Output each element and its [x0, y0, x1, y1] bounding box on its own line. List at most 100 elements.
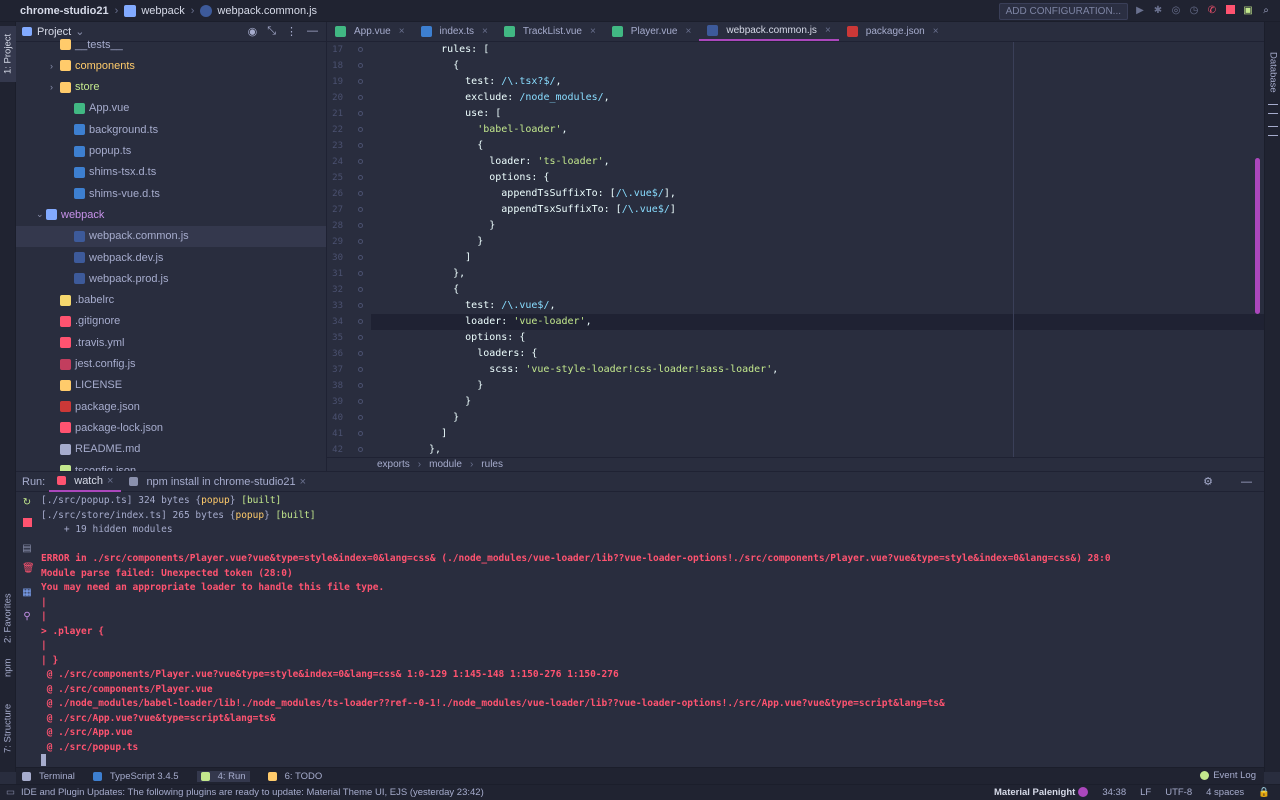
npm-tool-tab[interactable]: npm	[0, 654, 16, 682]
close-icon[interactable]: ×	[482, 26, 488, 37]
tree-item-json[interactable]: tsconfig.json	[16, 460, 326, 471]
tool-window-button[interactable]: 6: TODO	[267, 771, 322, 782]
status-message[interactable]: IDE and Plugin Updates: The following pl…	[21, 787, 484, 798]
fold-marker[interactable]	[358, 95, 363, 100]
tree-item-babel[interactable]: .babelrc	[16, 290, 326, 311]
fold-marker[interactable]	[358, 319, 363, 324]
tool-window-button[interactable]: 4: Run	[196, 770, 250, 782]
fold-marker[interactable]	[358, 143, 363, 148]
window-icon[interactable]: ▭	[6, 787, 15, 798]
cursor-position[interactable]: 34:38	[1102, 787, 1126, 798]
tree-item-js[interactable]: webpack.prod.js	[16, 268, 326, 289]
tree-item-folder[interactable]: › components	[16, 55, 326, 76]
fold-marker[interactable]	[358, 303, 363, 308]
fold-marker[interactable]	[358, 47, 363, 52]
editor-tab[interactable]: App.vue ×	[327, 22, 413, 41]
file-encoding[interactable]: UTF-8	[1165, 787, 1192, 798]
tree-item-license[interactable]: LICENSE	[16, 375, 326, 396]
coverage-icon[interactable]: ◎	[1170, 5, 1182, 17]
pin-icon[interactable]: ⚲	[22, 612, 32, 622]
indent-setting[interactable]: 4 spaces	[1206, 787, 1244, 798]
project-tool-tab[interactable]: 1: Project	[0, 26, 16, 82]
fold-marker[interactable]	[358, 287, 363, 292]
tree-item-ts[interactable]: background.ts	[16, 119, 326, 140]
rerun-icon[interactable]: ↻	[22, 498, 32, 508]
structure-tool-tab[interactable]: 7: Structure	[0, 698, 16, 758]
close-icon[interactable]: ×	[399, 26, 405, 37]
settings-icon[interactable]: ⚙	[1203, 475, 1213, 488]
clear-all-icon[interactable]: 🗑	[22, 564, 35, 574]
tool-window-button[interactable]: Terminal	[22, 771, 75, 782]
fold-marker[interactable]	[358, 255, 363, 260]
editor-tab[interactable]: package.json ×	[839, 22, 947, 41]
tree-item-git[interactable]: .gitignore	[16, 311, 326, 332]
line-separator[interactable]: LF	[1140, 787, 1151, 798]
breadcrumb-item[interactable]: module	[429, 459, 462, 470]
phone-icon[interactable]: ✆	[1206, 5, 1218, 17]
close-icon[interactable]: ×	[107, 475, 113, 487]
fold-marker[interactable]	[358, 271, 363, 276]
tree-item-vue[interactable]: App.vue	[16, 98, 326, 119]
tree-item-js[interactable]: webpack.common.js	[16, 225, 326, 247]
breadcrumb-file[interactable]: webpack.common.js	[217, 5, 317, 17]
restore-layout-icon[interactable]: ▤	[22, 544, 32, 554]
fold-marker[interactable]	[358, 207, 363, 212]
editor-tab[interactable]: Player.vue ×	[604, 22, 700, 41]
debug-icon[interactable]: ✱	[1152, 5, 1164, 17]
tree-item-ts[interactable]: shims-tsx.d.ts	[16, 162, 326, 183]
theme-indicator[interactable]: Material Palenight	[994, 787, 1089, 798]
stop-icon[interactable]	[22, 518, 32, 528]
breadcrumb-item[interactable]: rules	[481, 459, 503, 470]
lock-icon[interactable]: 🔒	[1258, 787, 1270, 798]
close-icon[interactable]: ×	[933, 26, 939, 37]
fold-marker[interactable]	[358, 63, 363, 68]
close-icon[interactable]: ×	[300, 476, 306, 488]
tree-item-npm[interactable]: package.json	[16, 396, 326, 417]
fold-marker[interactable]	[358, 367, 363, 372]
event-log-button[interactable]: Event Log	[1200, 767, 1256, 784]
stop-icon[interactable]	[1224, 5, 1236, 17]
tree-item-yml[interactable]: .travis.yml	[16, 332, 326, 353]
run-tab[interactable]: watch ×	[49, 472, 122, 492]
editor-tab[interactable]: TrackList.vue ×	[496, 22, 604, 41]
tree-item-folder[interactable]: › store	[16, 77, 326, 98]
fold-marker[interactable]	[358, 415, 363, 420]
fold-marker[interactable]	[358, 159, 363, 164]
fold-marker[interactable]	[358, 383, 363, 388]
hide-panel-icon[interactable]: —	[1241, 476, 1252, 488]
fold-marker[interactable]	[358, 79, 363, 84]
console-output[interactable]: [./src/popup.ts] 324 bytes {popup} [buil…	[41, 492, 1251, 768]
fold-marker[interactable]	[358, 335, 363, 340]
gradle-icon[interactable]	[1268, 126, 1278, 136]
close-icon[interactable]: ×	[686, 26, 692, 37]
close-icon[interactable]: ×	[590, 26, 596, 37]
fold-marker[interactable]	[358, 431, 363, 436]
fold-marker[interactable]	[358, 127, 363, 132]
fold-marker[interactable]	[358, 191, 363, 196]
run-icon[interactable]: ▶	[1134, 5, 1146, 17]
database-tool-tab[interactable]: Database	[1265, 42, 1280, 102]
terminal-toolbar-icon[interactable]: ▣	[1242, 5, 1254, 17]
tree-item-folder-open[interactable]: ⌄ webpack	[16, 204, 326, 225]
fold-marker[interactable]	[358, 239, 363, 244]
run-tab[interactable]: npm install in chrome-studio21 ×	[121, 472, 314, 492]
editor-scrollbar[interactable]	[1255, 158, 1260, 314]
breadcrumb-project[interactable]: chrome-studio21	[6, 5, 109, 17]
code-area[interactable]: rules: [ { test: /\.tsx?$/, exclude: /no…	[371, 42, 1264, 457]
layout-icon[interactable]: ▦	[22, 588, 32, 598]
breadcrumb-folder[interactable]: webpack	[141, 5, 184, 17]
close-icon[interactable]: ×	[825, 25, 831, 36]
fold-marker[interactable]	[358, 175, 363, 180]
tool-window-button[interactable]: TypeScript 3.4.5	[92, 771, 179, 782]
tree-item-folder[interactable]: __tests__	[16, 34, 326, 55]
tree-item-jest[interactable]: jest.config.js	[16, 354, 326, 375]
fold-marker[interactable]	[358, 351, 363, 356]
add-configuration-button[interactable]: ADD CONFIGURATION...	[998, 2, 1128, 20]
profiler-icon[interactable]: ◷	[1188, 5, 1200, 17]
editor-tab[interactable]: webpack.common.js ×	[699, 22, 839, 41]
structure-icon[interactable]	[1268, 104, 1278, 114]
search-everywhere-icon[interactable]: ⌕	[1260, 5, 1272, 17]
tree-item-js[interactable]: webpack.dev.js	[16, 247, 326, 268]
tree-item-lock[interactable]: package-lock.json	[16, 417, 326, 438]
favorites-tool-tab[interactable]: 2: Favorites	[0, 588, 16, 648]
